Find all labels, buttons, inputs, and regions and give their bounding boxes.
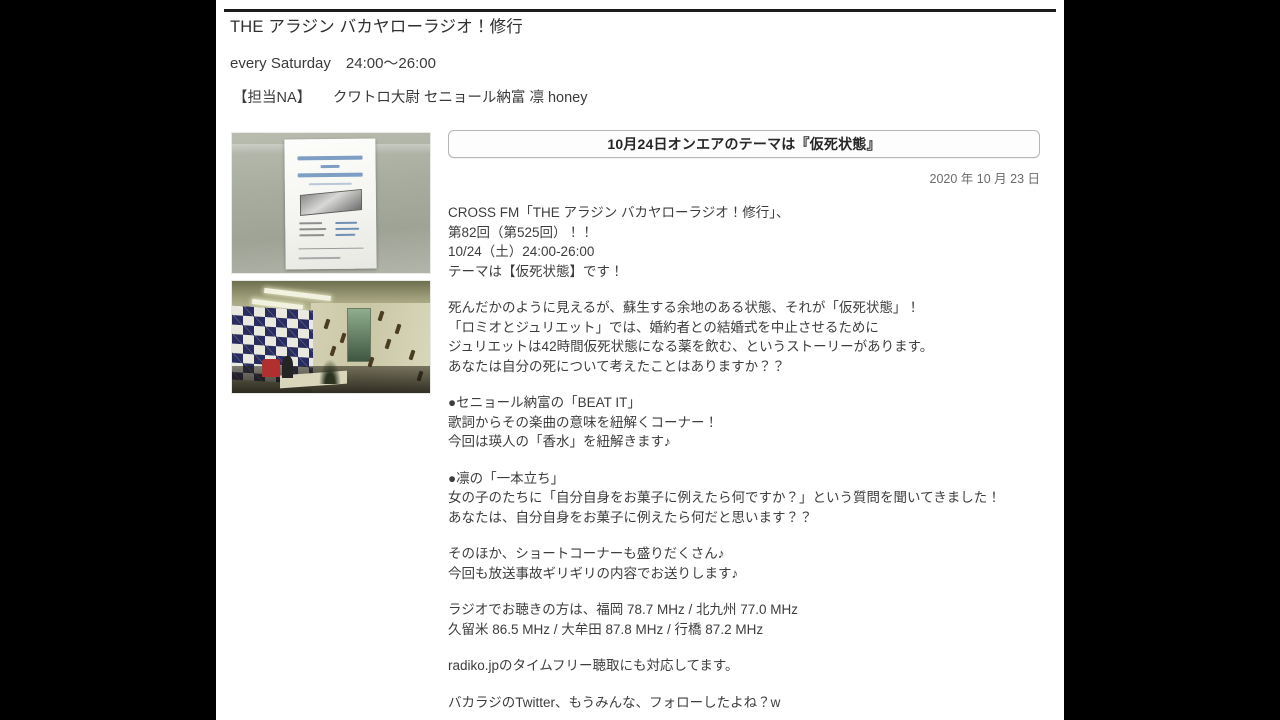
paper-footer-line (298, 256, 341, 259)
airtime-text: every Saturday 24:00〜26:00 (230, 55, 436, 72)
paragraph: ●セニョール納富の「BEAT IT」 歌詞からその楽曲の意味を紐解くコーナー！ … (448, 395, 718, 449)
article-text: CROSS FM「THE アラジン バカヤローラジオ！修行」、 第82回（第52… (448, 187, 1048, 720)
article-body: 10月24日オンエアのテーマは『仮死状態』 2020 年 10 月 23 日 C… (448, 130, 1048, 720)
crew-text: 【担当NA】 クワトロ大尉 セニョール納富 凛 honey (233, 90, 588, 106)
paragraph: ●凛の「一本立ち」 女の子のたちに「自分自身をお菓子に例えたら何ですか？」という… (448, 470, 1001, 525)
glass-partition (346, 307, 371, 362)
page-title: THE アラジン バカヤローラジオ！修行 (230, 18, 524, 36)
post-date: 2020 年 10 月 23 日 (929, 172, 1040, 186)
paper-text-line (299, 233, 325, 236)
paper-subheading-line (297, 172, 364, 177)
plant (319, 359, 341, 385)
paper-text-line (335, 221, 358, 224)
screen: THE アラジン バカヤローラジオ！修行 every Saturday 24:0… (0, 0, 1280, 720)
paper-divider (298, 247, 365, 250)
media-column (231, 132, 431, 394)
page-header: THE アラジン バカヤローラジオ！修行 every Saturday 24:0… (216, 16, 1064, 108)
paper-amp-line (321, 164, 340, 168)
photo-1-paper-sheet (284, 138, 378, 270)
paper-caption-line (308, 181, 353, 185)
paper-text-line (335, 233, 356, 236)
theme-banner: 10月24日オンエアのテーマは『仮死状態』 (448, 130, 1040, 158)
paragraph: バカラジのTwitter、もうみんな、フォローしたよね？w (448, 694, 781, 710)
photo-studio-interior[interactable] (231, 280, 431, 394)
person-silhouette (281, 356, 294, 379)
top-divider (224, 9, 1056, 12)
paper-photo-block (299, 188, 363, 216)
article-page: THE アラジン バカヤローラジオ！修行 every Saturday 24:0… (216, 0, 1064, 720)
paragraph: radiko.jpのタイムフリー聴取にも対応してます。 (448, 658, 739, 673)
paragraph: 死んだかのように見えるが、蘇生する余地のある状態、それが「仮死状態」！ 「ロミオ… (448, 300, 934, 374)
paragraph: ラジオでお聴きの方は、福岡 78.7 MHz / 北九州 77.0 MHz 久留… (448, 602, 799, 637)
red-chair (261, 359, 280, 378)
paper-text-line (299, 227, 327, 231)
paragraph: そのほか、ショートコーナーも盛りだくさん♪ 今回も放送事故ギリギリの内容でお送り… (448, 546, 739, 581)
paper-text-line (335, 227, 360, 230)
photo-happy-ending-note[interactable] (231, 132, 431, 274)
paragraph: CROSS FM「THE アラジン バカヤローラジオ！修行」、 第82回（第52… (448, 205, 790, 279)
paper-heading-line (297, 155, 364, 160)
theme-banner-label: 10月24日オンエアのテーマは『仮死状態』 (607, 136, 881, 152)
paper-text-line (299, 221, 323, 225)
